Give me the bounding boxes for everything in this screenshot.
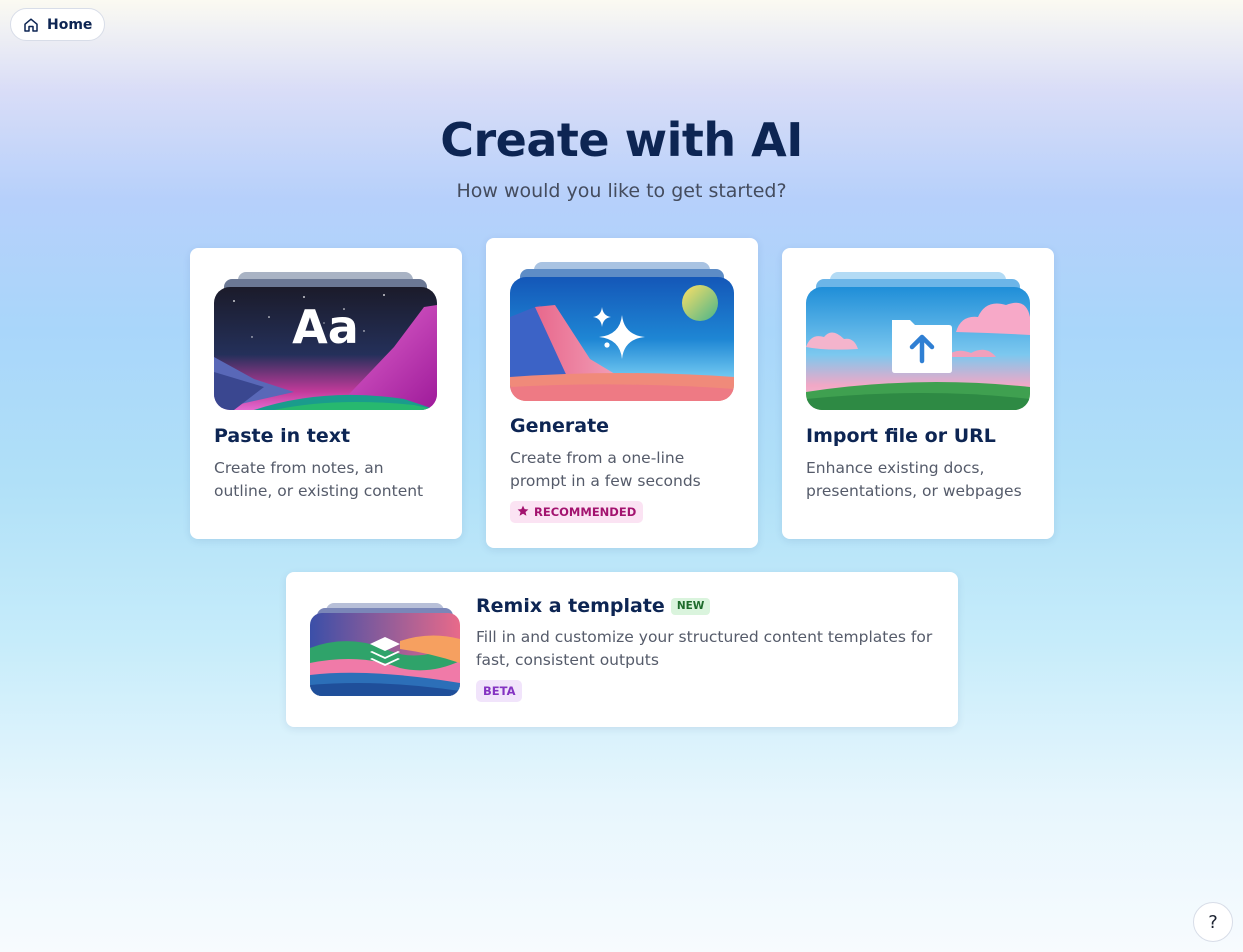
generate-title: Generate [510,415,610,437]
star-icon [517,505,529,520]
page-subtitle: How would you like to get started? [456,180,787,202]
remix-thumbnail [310,603,460,696]
home-button[interactable]: Home [10,8,106,41]
paste-text-thumbnail: Aa [214,272,437,410]
new-badge: NEW [670,597,711,615]
paste-text-description: Create from notes, an outline, or existi… [214,459,424,500]
help-button[interactable]: ? [1193,902,1233,942]
recommended-badge: RECOMMENDED [510,501,644,523]
import-card[interactable]: Import file or URL Enhance existing docs… [782,248,1054,539]
remix-description: Fill in and customize your structured co… [476,628,933,669]
remix-title: Remix a template [476,595,665,617]
generate-description: Create from a one-line prompt in a few s… [510,449,701,490]
recommended-badge-label: RECOMMENDED [534,505,637,519]
home-icon [23,17,39,33]
beta-badge: BETA [476,680,523,702]
page-title: Create with AI [440,113,803,167]
import-title: Import file or URL [806,425,996,447]
paste-text-title: Paste in text [214,425,351,447]
remix-title-row: Remix a template NEW [476,595,711,617]
paste-text-thumb-text: Aa [292,300,359,354]
home-label: Home [47,16,93,33]
remix-template-card[interactable]: Remix a template NEW Fill in and customiz… [286,572,958,727]
generate-card[interactable]: Generate Create from a one-line prompt i… [486,238,758,548]
import-thumbnail [806,272,1030,410]
generate-thumbnail [510,262,734,401]
paste-text-card[interactable]: Aa Paste in text Create from notes, an o… [190,248,462,539]
import-description: Enhance existing docs, presentations, or… [806,459,1022,500]
